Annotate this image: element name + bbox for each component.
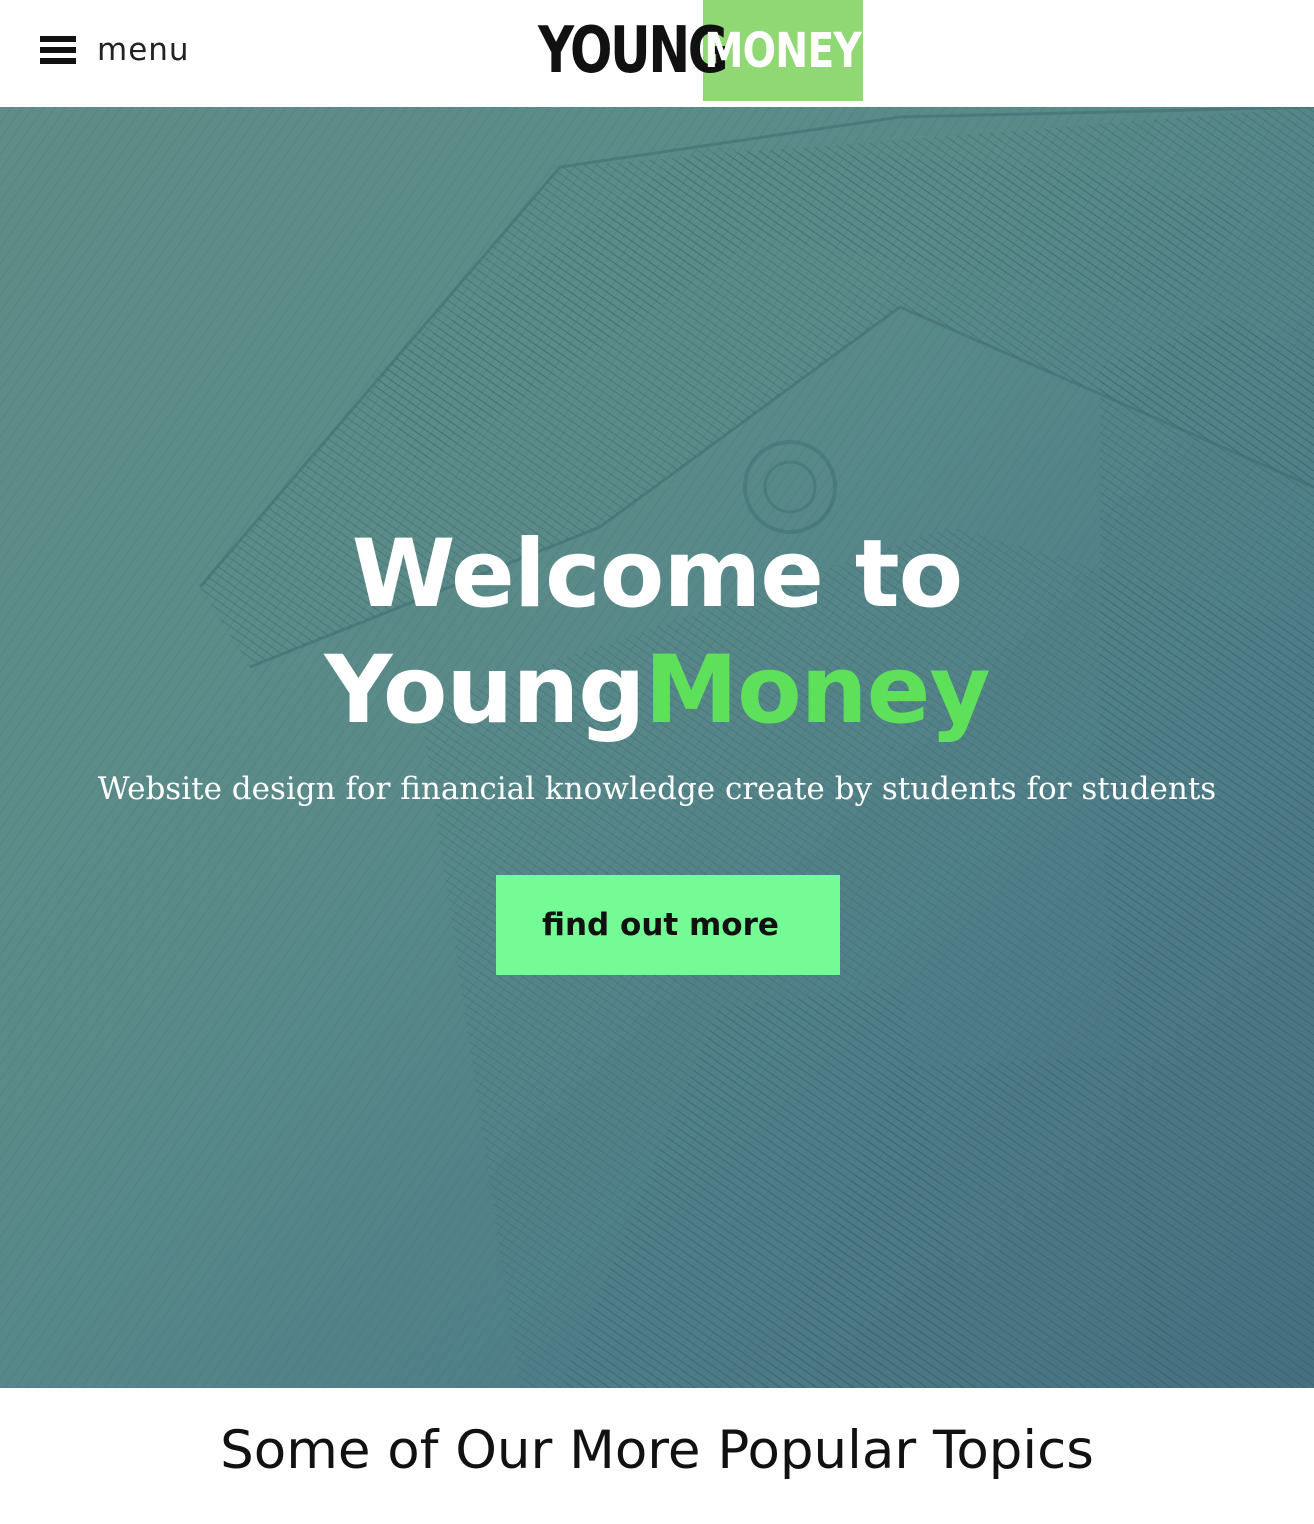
popular-topics-heading: Some of Our More Popular Topics	[220, 1420, 1094, 1481]
logo-money-text: MONEY	[704, 22, 863, 79]
find-out-more-button[interactable]: find out more	[496, 875, 840, 975]
hero-title-young: Young	[324, 636, 645, 745]
hero-section: Welcome to YoungMoney Website design for…	[0, 107, 1314, 1388]
hamburger-menu-icon[interactable]	[40, 36, 76, 64]
menu-label[interactable]: menu	[97, 34, 190, 66]
hero-title: Welcome to YoungMoney	[0, 517, 1314, 749]
hero-title-line1: Welcome to	[351, 520, 964, 629]
hero-title-money: Money	[644, 636, 991, 745]
logo-money-badge: MONEY	[703, 0, 863, 101]
site-header: menu YOUNG MONEY	[0, 0, 1314, 107]
menu-toggle[interactable]: menu	[40, 30, 190, 70]
site-logo[interactable]: YOUNG MONEY	[538, 0, 863, 101]
hero-subtitle: Website design for financial knowledge c…	[97, 771, 1217, 807]
logo-young-text: YOUNG	[538, 13, 729, 88]
